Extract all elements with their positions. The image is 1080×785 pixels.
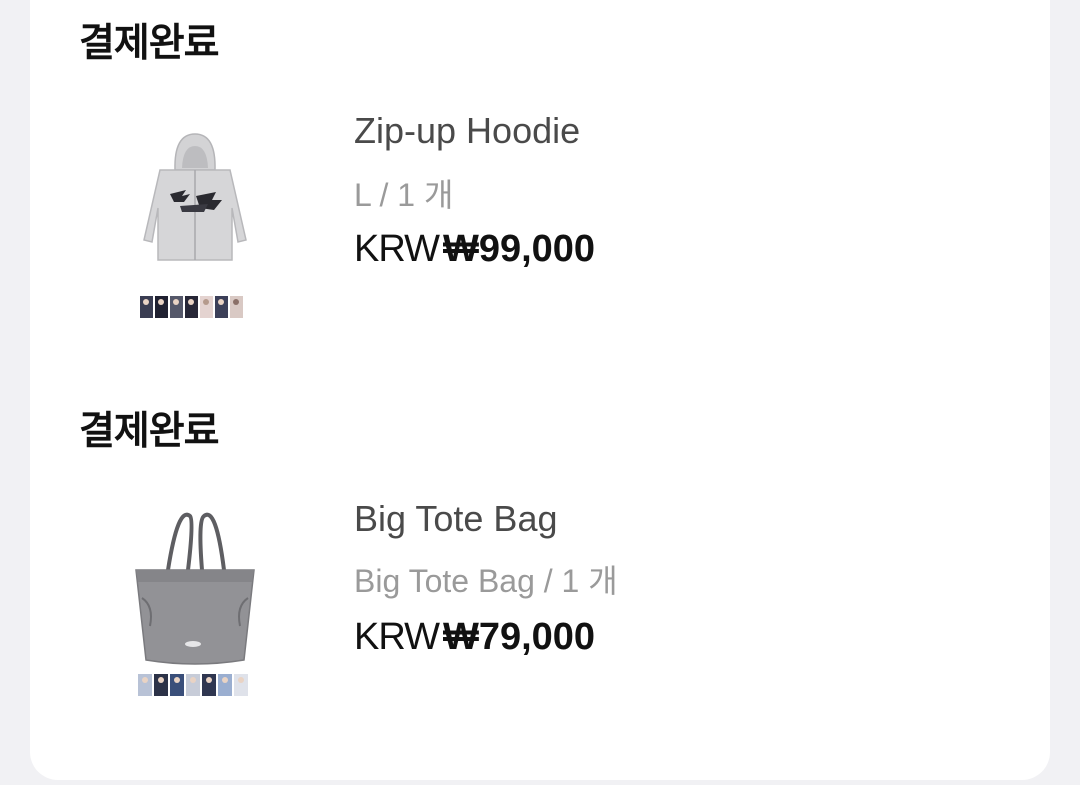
product-option: Big Tote Bag / 1 개 — [354, 563, 618, 599]
currency-code: KRW — [354, 228, 440, 270]
tote-bag-image — [135, 512, 255, 696]
product-option: L / 1 개 — [354, 177, 454, 213]
payment-status-title: 결제완료 — [79, 21, 220, 66]
product-price: KRW ₩79,000 — [354, 616, 595, 659]
price-amount: ₩79,000 — [442, 616, 596, 658]
product-price: KRW ₩99,000 — [354, 228, 595, 271]
product-name[interactable]: Big Tote Bag — [354, 498, 557, 540]
order-list-card: 결제완료 Zip-up Hoodie L / 1 개 KRW ₩99,000 결… — [30, 0, 1050, 780]
currency-code: KRW — [354, 616, 440, 658]
product-name[interactable]: Zip-up Hoodie — [354, 110, 580, 152]
hoodie-image — [140, 133, 247, 318]
product-thumbnail-hoodie[interactable] — [130, 130, 260, 320]
price-amount: ₩99,000 — [442, 228, 596, 270]
payment-status-title: 결제완료 — [79, 409, 220, 454]
product-thumbnail-tote-bag[interactable] — [130, 508, 260, 698]
